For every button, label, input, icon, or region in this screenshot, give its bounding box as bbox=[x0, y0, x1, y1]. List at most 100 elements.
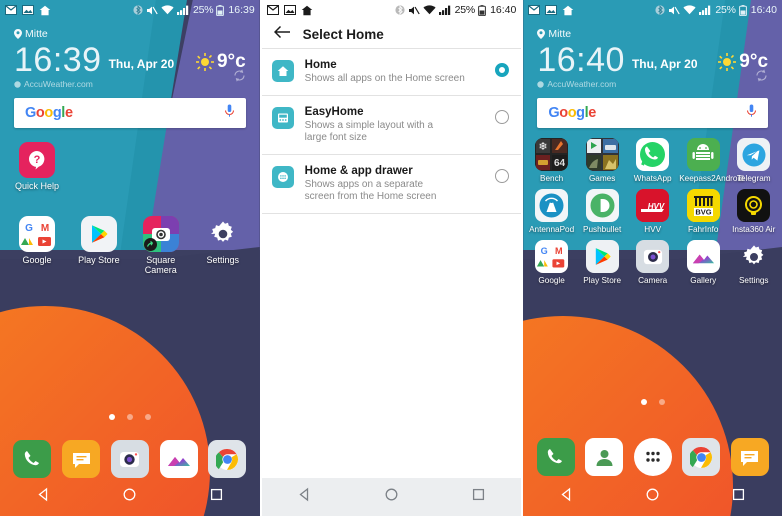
play-store-icon[interactable] bbox=[80, 216, 117, 252]
option-row-easyhome[interactable]: EasyHome Shows a simple layout with a la… bbox=[261, 95, 522, 154]
hvv-icon[interactable]: HVV bbox=[636, 189, 670, 222]
app-item[interactable]: Settings bbox=[192, 216, 254, 275]
back-triangle-icon[interactable] bbox=[36, 487, 51, 507]
location-pin-icon bbox=[14, 29, 22, 39]
back-triangle-icon[interactable] bbox=[297, 487, 312, 507]
mic-icon[interactable] bbox=[746, 104, 757, 123]
page-dot[interactable] bbox=[658, 399, 665, 405]
app-item[interactable]: G M Google bbox=[6, 216, 68, 275]
telegram-icon[interactable] bbox=[737, 138, 771, 171]
fahrinfo-icon[interactable]: BVG bbox=[686, 189, 720, 222]
bluetooth-icon bbox=[655, 5, 665, 15]
app-drawer-icon[interactable] bbox=[633, 438, 672, 476]
radio-home[interactable] bbox=[495, 63, 510, 77]
page-dot[interactable] bbox=[108, 414, 115, 420]
home-circle-icon[interactable] bbox=[384, 487, 399, 507]
home-icon bbox=[39, 5, 51, 16]
widget-date: Thu, Apr 20 bbox=[631, 57, 698, 71]
antennapod-icon[interactable] bbox=[535, 189, 569, 222]
app-item[interactable]: Settings bbox=[728, 240, 779, 285]
games-folder-icon[interactable] bbox=[585, 138, 619, 171]
app-item[interactable]: ❄ 64 Bench bbox=[526, 138, 577, 183]
google-folder-icon[interactable]: G M bbox=[18, 216, 55, 252]
app-item[interactable]: Keepass2Android bbox=[678, 138, 744, 183]
quick-help-icon[interactable]: ? bbox=[18, 142, 55, 178]
app-item[interactable]: HVV HVV bbox=[627, 189, 678, 234]
page-dot[interactable] bbox=[144, 414, 151, 420]
back-triangle-icon[interactable] bbox=[559, 487, 574, 507]
app-label: HVV bbox=[644, 225, 662, 234]
recents-square-icon[interactable] bbox=[471, 487, 486, 507]
app-item[interactable]: Play Store bbox=[577, 240, 628, 285]
home-circle-icon[interactable] bbox=[645, 487, 660, 507]
app-item[interactable]: Insta360 Air bbox=[728, 189, 779, 234]
messages-icon[interactable] bbox=[62, 440, 101, 478]
battery-icon bbox=[478, 4, 486, 16]
keepass2android-icon[interactable] bbox=[686, 138, 720, 171]
pushbullet-icon[interactable] bbox=[585, 189, 619, 222]
app-item[interactable]: Pushbullet bbox=[577, 189, 628, 234]
radio-easyhome[interactable] bbox=[495, 109, 510, 124]
gallery-icon[interactable] bbox=[159, 440, 198, 478]
radio-home-app-drawer[interactable] bbox=[495, 168, 510, 183]
recents-square-icon[interactable] bbox=[209, 487, 224, 507]
status-bar: 25% 16:40 bbox=[261, 0, 522, 20]
square-camera-icon[interactable] bbox=[142, 216, 179, 252]
camera-icon[interactable] bbox=[636, 240, 670, 273]
image-icon bbox=[22, 5, 34, 15]
google-logo: Google bbox=[25, 105, 73, 121]
insta360-air-icon[interactable] bbox=[737, 189, 771, 222]
weather-widget[interactable]: Mitte 16:40 Thu, Apr 20 9°c AccuWeather.… bbox=[523, 20, 782, 89]
navigation-bar bbox=[261, 478, 522, 516]
contacts-icon[interactable] bbox=[585, 438, 624, 476]
svg-text:M: M bbox=[555, 246, 563, 256]
bench-folder-icon[interactable]: ❄ 64 bbox=[535, 138, 569, 171]
app-item[interactable]: BVG FahrInfo bbox=[678, 189, 729, 234]
screenshot-root: 25% 16:39 Mitte 16:39 Thu, Apr 20 9°c Ac… bbox=[0, 0, 782, 516]
google-folder-icon[interactable]: G M bbox=[535, 240, 569, 273]
refresh-icon[interactable] bbox=[755, 69, 768, 87]
camera-icon[interactable] bbox=[110, 440, 149, 478]
widget-date: Thu, Apr 20 bbox=[108, 57, 175, 71]
recents-square-icon[interactable] bbox=[731, 487, 746, 507]
app-item[interactable]: Gallery bbox=[678, 240, 729, 285]
mic-icon[interactable] bbox=[224, 104, 235, 123]
app-item[interactable]: Camera bbox=[627, 240, 678, 285]
app-item[interactable]: ? Quick Help bbox=[6, 142, 68, 191]
messages-icon[interactable] bbox=[730, 438, 769, 476]
phone-icon[interactable] bbox=[536, 438, 575, 476]
app-item[interactable]: Square Camera bbox=[130, 216, 192, 275]
refresh-icon[interactable] bbox=[233, 69, 246, 87]
back-arrow-icon[interactable] bbox=[273, 25, 291, 44]
chrome-icon[interactable] bbox=[208, 440, 247, 478]
home-circle-icon[interactable] bbox=[122, 487, 137, 507]
app-label: Play Store bbox=[78, 255, 120, 265]
app-item[interactable]: Telegram bbox=[728, 138, 779, 183]
app-label: Play Store bbox=[583, 276, 622, 285]
settings-icon[interactable] bbox=[737, 240, 770, 273]
option-row-home[interactable]: Home Shows all apps on the Home screen bbox=[261, 49, 522, 95]
app-item[interactable]: AntennaPod bbox=[526, 189, 577, 234]
weather-widget[interactable]: Mitte 16:39 Thu, Apr 20 9°c AccuWeather.… bbox=[0, 20, 260, 89]
whatsapp-icon[interactable] bbox=[636, 138, 670, 171]
svg-text:G: G bbox=[25, 223, 33, 234]
app-item[interactable]: Games bbox=[577, 138, 628, 183]
app-item[interactable]: G M Google bbox=[526, 240, 577, 285]
page-dot[interactable] bbox=[640, 399, 647, 405]
google-search-bar[interactable]: Google bbox=[14, 98, 246, 128]
settings-icon[interactable] bbox=[205, 216, 241, 252]
mute-icon bbox=[408, 5, 420, 16]
phone-icon[interactable] bbox=[13, 440, 52, 478]
app-item[interactable]: Play Store bbox=[68, 216, 130, 275]
chrome-icon[interactable] bbox=[682, 438, 721, 476]
gallery-icon[interactable] bbox=[686, 240, 720, 273]
page-dot[interactable] bbox=[126, 414, 133, 420]
app-item[interactable]: WhatsApp bbox=[627, 138, 678, 183]
phone-screen-select-home: 25% 16:40 Select Home Home Shows all app… bbox=[261, 0, 522, 516]
option-row-home-app-drawer[interactable]: Home & app drawer Shows apps on a separa… bbox=[261, 154, 522, 213]
play-store-icon[interactable] bbox=[585, 240, 619, 273]
app-label: Camera bbox=[638, 276, 668, 285]
status-clock: 16:39 bbox=[228, 4, 255, 16]
google-search-bar[interactable]: Google bbox=[537, 98, 769, 128]
widget-clock: 16:39 bbox=[14, 41, 102, 79]
